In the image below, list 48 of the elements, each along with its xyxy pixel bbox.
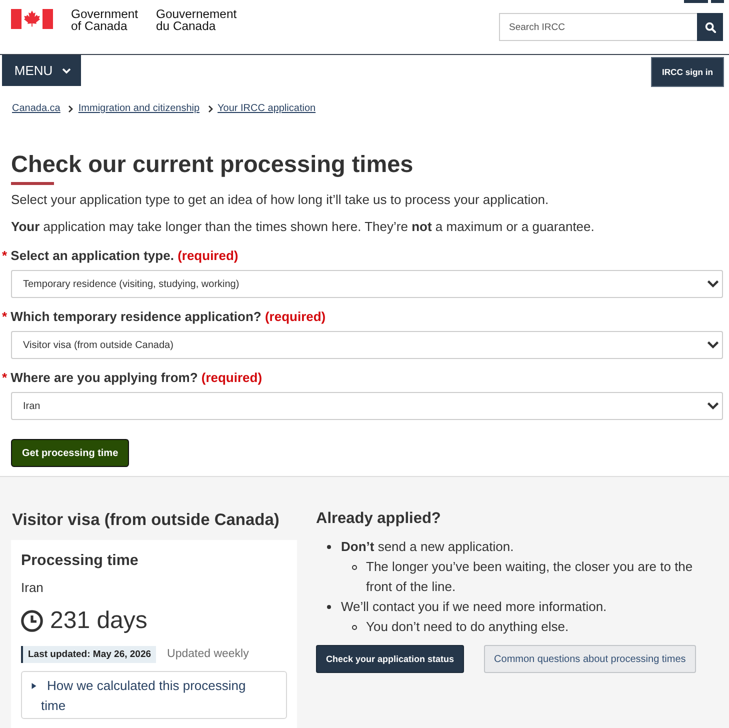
menu-button[interactable]: MENU — [2, 55, 81, 86]
circle-bullet-icon — [352, 565, 357, 570]
government-name: Government of Canada — [71, 8, 140, 32]
search-field[interactable]: Search IRCC — [499, 13, 697, 41]
list-item: We’ll contact you if we need more information. — [341, 598, 607, 616]
search-button[interactable] — [697, 13, 723, 41]
sign-in-button[interactable]: IRCC sign in — [651, 57, 724, 87]
select-field[interactable]: Iran — [11, 392, 723, 420]
chevron-down-icon — [62, 68, 71, 74]
list-item: Don’t send a new application. — [341, 538, 514, 556]
flag-icon — [11, 9, 53, 29]
chevron-down-icon — [707, 280, 719, 288]
bullet-icon — [327, 605, 331, 609]
cut-off-button[interactable] — [684, 0, 708, 3]
select-field[interactable]: Temporary residence (visiting, studying, working) — [11, 270, 723, 298]
update-frequency: Updated weekly — [167, 647, 249, 662]
clock-icon — [21, 610, 43, 632]
already-applied-heading: Already applied? — [316, 509, 441, 529]
field-label: * Select an application type. (required) — [2, 247, 238, 265]
chevron-right-icon — [68, 105, 74, 113]
circle-bullet-icon — [352, 625, 357, 630]
breadcrumb-link[interactable]: Immigration and citizenship — [78, 101, 200, 117]
processing-duration: 231 days — [50, 606, 148, 636]
list-item: You don’t need to do anything else. — [366, 618, 569, 636]
location-text: Iran — [21, 579, 44, 597]
chevron-right-icon — [208, 105, 213, 113]
breadcrumb-link[interactable]: Canada.ca — [12, 101, 60, 117]
action-button[interactable]: Check your application status — [316, 645, 464, 673]
intro-text: Your application may take longer than the times shown here. They’re not a maximum or a guarantee. — [11, 218, 594, 236]
field-label: * Where are you applying from? (required) — [2, 369, 262, 387]
chevron-down-icon — [707, 402, 719, 410]
bullet-icon — [327, 545, 331, 549]
select-field[interactable]: Visitor visa (from outside Canada) — [11, 331, 723, 359]
result-heading: Visitor visa (from outside Canada) — [12, 510, 280, 531]
search-icon — [704, 22, 716, 32]
government-name: Gouvernement du Canada — [156, 8, 237, 32]
last-updated-label: Last updated: May 26, 2026 — [21, 646, 156, 663]
list-item: The longer you’ve been waiting, the closer you are to the front of the line. — [366, 558, 694, 596]
card-title: Processing time — [21, 551, 138, 571]
page-title: Check our current processing times — [11, 150, 414, 179]
chevron-down-icon — [707, 341, 719, 349]
action-button[interactable]: Common questions about processing times — [484, 645, 696, 673]
intro-text: Select your application type to get an idea of how long it’ll take us to process your application. — [11, 191, 549, 209]
get-processing-time-button[interactable]: Get processing time — [11, 439, 130, 467]
details-summary-link[interactable]: How we calculated this processing time — [41, 676, 256, 716]
cut-off-button[interactable] — [711, 0, 724, 3]
field-label: * Which temporary residence application? (required) — [2, 308, 326, 326]
breadcrumb-link[interactable]: Your IRCC application — [218, 101, 316, 117]
